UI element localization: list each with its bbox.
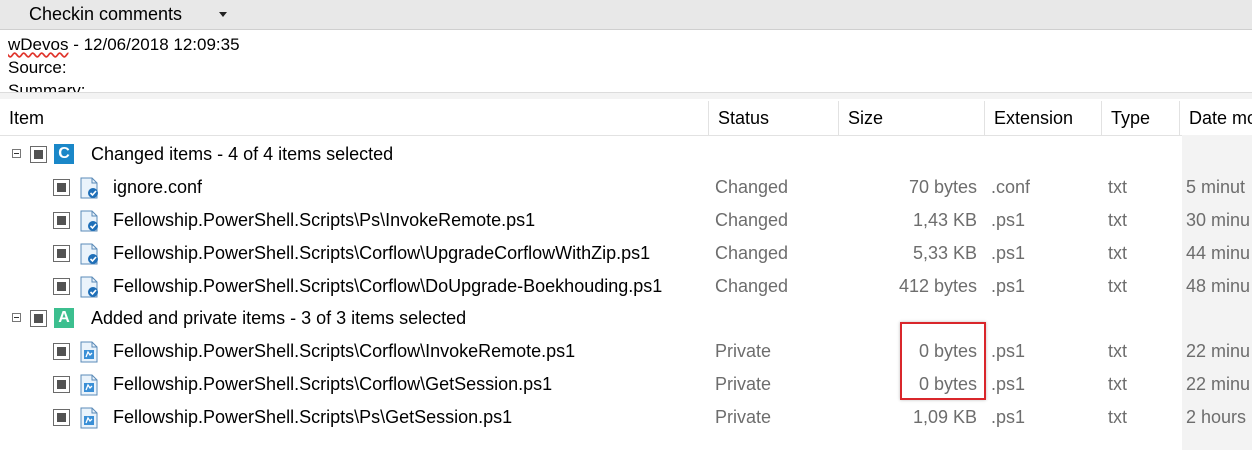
column-date-modified[interactable]: Date mo	[1180, 101, 1252, 135]
item-status: Changed	[715, 177, 789, 197]
table-row[interactable]: Fellowship.PowerShell.Scripts\Ps\GetSess…	[0, 401, 1252, 434]
item-name: ignore.conf	[113, 177, 203, 197]
item-name: Fellowship.PowerShell.Scripts\Ps\GetSess…	[113, 407, 513, 427]
added-badge-icon: A	[54, 308, 74, 328]
table-row[interactable]: Fellowship.PowerShell.Scripts\Corflow\In…	[0, 335, 1252, 368]
row-checkbox[interactable]	[53, 343, 70, 360]
row-checkbox[interactable]	[53, 409, 70, 426]
comment-line-1: wDevos - 12/06/2018 12:09:35	[8, 33, 240, 56]
changed-file-icon	[80, 210, 98, 232]
comments-textarea[interactable]: wDevos - 12/06/2018 12:09:35 Source: Sum…	[0, 30, 1252, 92]
row-checkbox[interactable]	[53, 376, 70, 393]
splitter[interactable]	[0, 92, 1252, 99]
private-file-icon	[80, 407, 98, 429]
collapse-icon[interactable]	[12, 313, 21, 322]
item-extension: .conf	[991, 177, 1031, 197]
item-size: 412 bytes	[898, 276, 977, 296]
item-type: txt	[1108, 374, 1128, 394]
item-date: 2 hours	[1186, 407, 1247, 427]
item-status: Changed	[715, 243, 789, 263]
chevron-down-icon[interactable]	[219, 12, 227, 17]
column-type[interactable]: Type	[1102, 101, 1180, 135]
column-header: Item Status Size Extension Type Date mo	[0, 101, 1252, 136]
private-file-icon	[80, 341, 98, 363]
row-checkbox[interactable]	[53, 278, 70, 295]
item-date: 22 minu	[1186, 341, 1251, 361]
item-date: 44 minu	[1186, 243, 1251, 263]
item-size: 5,33 KB	[912, 243, 977, 263]
size-highlight-box	[900, 322, 986, 400]
changed-file-icon	[80, 177, 98, 199]
group-changed-items[interactable]: C Changed items - 4 of 4 items selected	[0, 138, 1252, 171]
collapse-icon[interactable]	[12, 149, 21, 158]
group-checkbox[interactable]	[30, 146, 47, 163]
comment-line-2: Source:	[8, 58, 67, 77]
item-extension: .ps1	[991, 407, 1026, 427]
column-size[interactable]: Size	[839, 101, 985, 135]
table-row[interactable]: Fellowship.PowerShell.Scripts\Corflow\Ge…	[0, 368, 1252, 401]
group-label: Changed items - 4 of 4 items selected	[91, 144, 394, 164]
item-size: 1,09 KB	[912, 407, 977, 427]
comment-line-3: Summary:	[8, 81, 86, 92]
item-status: Changed	[715, 276, 789, 296]
item-status: Private	[715, 374, 772, 394]
changed-file-icon	[80, 276, 98, 298]
group-added-private-items[interactable]: A Added and private items - 3 of 3 items…	[0, 302, 1252, 335]
item-name: Fellowship.PowerShell.Scripts\Corflow\Do…	[113, 276, 663, 296]
checkin-comments-bar: Checkin comments	[0, 0, 1252, 30]
table-row[interactable]: Fellowship.PowerShell.Scripts\Corflow\Do…	[0, 270, 1252, 303]
item-type: txt	[1108, 341, 1128, 361]
item-status: Private	[715, 407, 772, 427]
item-extension: .ps1	[991, 210, 1026, 230]
checkin-comments-title: Checkin comments	[29, 4, 183, 24]
row-checkbox[interactable]	[53, 245, 70, 262]
row-checkbox[interactable]	[53, 179, 70, 196]
comment-user: wDevos	[8, 35, 69, 54]
group-label: Added and private items - 3 of 3 items s…	[91, 308, 467, 328]
item-type: txt	[1108, 177, 1128, 197]
item-date: 5 minut	[1186, 177, 1246, 197]
comment-timestamp: - 12/06/2018 12:09:35	[68, 35, 240, 54]
row-checkbox[interactable]	[53, 212, 70, 229]
table-row[interactable]: Fellowship.PowerShell.Scripts\Corflow\Up…	[0, 237, 1252, 270]
item-extension: .ps1	[991, 374, 1026, 394]
item-status: Changed	[715, 210, 789, 230]
item-date: 48 minu	[1186, 276, 1251, 296]
item-size: 1,43 KB	[912, 210, 977, 230]
item-name: Fellowship.PowerShell.Scripts\Corflow\Ge…	[113, 374, 553, 394]
item-size: 70 bytes	[908, 177, 977, 197]
table-row[interactable]: Fellowship.PowerShell.Scripts\Ps\InvokeR…	[0, 204, 1252, 237]
private-file-icon	[80, 374, 98, 396]
item-name: Fellowship.PowerShell.Scripts\Corflow\In…	[113, 341, 576, 361]
changed-badge-icon: C	[54, 144, 74, 164]
item-type: txt	[1108, 210, 1128, 230]
group-checkbox[interactable]	[30, 310, 47, 327]
item-extension: .ps1	[991, 243, 1026, 263]
column-extension[interactable]: Extension	[985, 101, 1102, 135]
item-type: txt	[1108, 407, 1128, 427]
column-status[interactable]: Status	[709, 101, 839, 135]
item-date: 22 minu	[1186, 374, 1251, 394]
item-extension: .ps1	[991, 276, 1026, 296]
item-name: Fellowship.PowerShell.Scripts\Ps\InvokeR…	[113, 210, 536, 230]
item-name: Fellowship.PowerShell.Scripts\Corflow\Up…	[113, 243, 651, 263]
item-date: 30 minu	[1186, 210, 1251, 230]
item-type: txt	[1108, 243, 1128, 263]
changed-file-icon	[80, 243, 98, 265]
item-status: Private	[715, 341, 772, 361]
item-type: txt	[1108, 276, 1128, 296]
item-extension: .ps1	[991, 341, 1026, 361]
column-item[interactable]: Item	[0, 101, 709, 135]
table-row[interactable]: ignore.conf Changed 70 bytes .conf txt 5…	[0, 171, 1252, 204]
